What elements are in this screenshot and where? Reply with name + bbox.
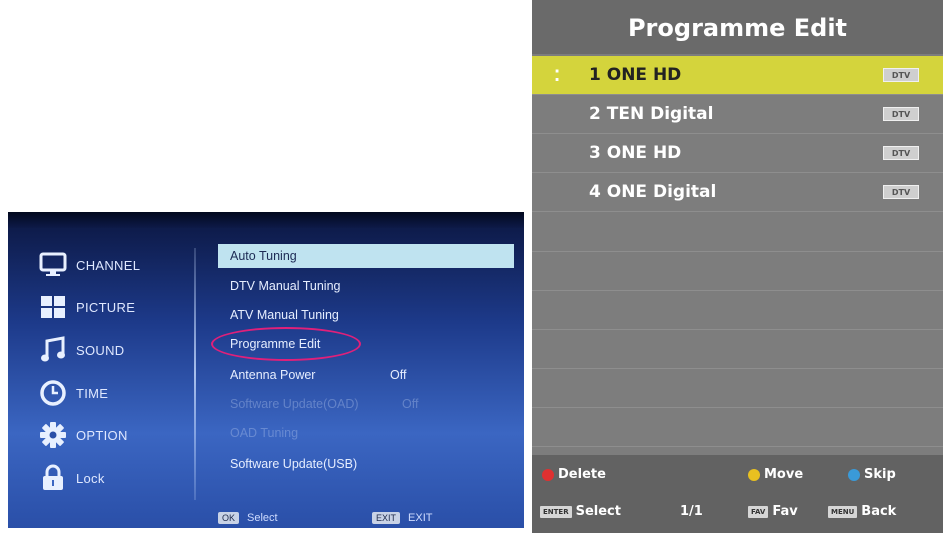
exit-key-icon: EXIT [372,512,401,524]
gear-icon [38,421,68,449]
option-label: OAD Tuning [230,426,299,440]
page-number: 1/1 [680,504,703,519]
option-label: Auto Tuning [230,249,297,263]
option-label: DTV Manual Tuning [230,279,341,293]
legend-back: MENU Back [828,504,896,519]
legend-fav: FAV Fav [748,504,798,519]
legend-move-label: Move [764,467,804,482]
legend-delete-label: Delete [558,467,606,482]
clock-icon [38,379,68,407]
hint-exit-label: EXIT [408,512,433,524]
category-label: TIME [76,385,109,401]
option-oad-tuning: OAD Tuning [218,421,514,445]
dtv-badge: DTV [883,107,919,121]
blue-button-icon [848,468,860,481]
move-marker-icon: ⁚ [554,66,561,85]
fav-key-icon: FAV [748,505,769,518]
channel-row[interactable]: 4 ONE Digital DTV [532,173,943,212]
channel-name: 2 TEN Digital [589,104,714,124]
legend-select-label: Select [575,504,621,519]
category-label: Lock [76,470,105,486]
legend-skip-label: Skip [864,467,896,482]
legend-move: Move [748,467,803,482]
option-software-update-usb[interactable]: Software Update(USB) [218,452,514,476]
channel-row[interactable]: 2 TEN Digital DTV [532,95,943,134]
empty-row-divider [532,446,943,447]
option-antenna-power[interactable]: Antenna Power Off [218,363,514,387]
menu-top-strip [8,212,524,228]
category-option[interactable]: OPTION [38,420,128,450]
menu-divider [194,248,196,500]
channel-name: 3 ONE HD [589,143,682,163]
channel-row[interactable]: 3 ONE HD DTV [532,134,943,173]
music-note-icon [38,336,68,364]
empty-row-divider [532,407,943,408]
setup-menu: CHANNEL PICTURE SOUND TIME OPTION Lock A… [8,212,524,528]
enter-key-icon: ENTER [540,505,572,518]
red-button-icon [542,468,554,481]
monitor-icon [38,251,68,279]
dtv-badge: DTV [883,146,919,160]
legend-back-label: Back [861,504,897,519]
programme-edit-screen: Programme Edit ⁚ 1 ONE HD DTV 2 TEN Digi… [532,0,943,533]
hint-select: OK Select [218,512,278,524]
menu-key-icon: MENU [828,505,858,518]
dtv-badge: DTV [883,68,919,82]
legend-skip: Skip [848,467,896,482]
empty-row-divider [532,290,943,291]
programme-edit-highlight-circle [211,327,361,361]
category-channel[interactable]: CHANNEL [38,250,140,280]
page-indicator: 1/1 [680,504,703,519]
empty-row-divider [532,368,943,369]
category-lock[interactable]: Lock [38,463,105,493]
dtv-badge: DTV [883,185,919,199]
page-title: Programme Edit [532,0,943,54]
option-value: Off [390,368,407,382]
option-auto-tuning[interactable]: Auto Tuning [218,244,514,268]
category-label: SOUND [76,342,125,358]
category-picture[interactable]: PICTURE [38,292,135,322]
empty-row-divider [532,251,943,252]
option-label: Antenna Power [230,368,316,382]
option-value: Off [402,397,419,411]
option-dtv-manual-tuning[interactable]: DTV Manual Tuning [218,274,514,298]
category-label: PICTURE [76,299,136,315]
legend-delete: Delete [542,467,606,482]
key-legend: Delete Move Skip ENTER Select 1/1 FAV Fa… [532,455,943,533]
option-atv-manual-tuning[interactable]: ATV Manual Tuning [218,303,514,327]
grid-icon [38,293,68,321]
channel-row[interactable]: ⁚ 1 ONE HD DTV [532,56,943,95]
option-label: Software Update(OAD) [230,397,359,411]
empty-row-divider [532,329,943,330]
ok-key-icon: OK [218,512,240,524]
category-time[interactable]: TIME [38,378,108,408]
legend-fav-label: Fav [772,504,798,519]
channel-name: 4 ONE Digital [589,182,717,202]
hint-select-label: Select [247,512,278,524]
category-sound[interactable]: SOUND [38,335,124,365]
option-software-update-oad: Software Update(OAD) Off [218,392,514,416]
hint-exit: EXIT EXIT [372,512,432,524]
category-label: OPTION [76,427,128,443]
channel-name: 1 ONE HD [589,65,682,85]
legend-select: ENTER Select [540,504,621,519]
lock-icon [38,464,68,492]
option-label: Software Update(USB) [230,457,358,471]
yellow-button-icon [748,468,760,481]
option-label: ATV Manual Tuning [230,308,339,322]
category-label: CHANNEL [76,257,141,273]
